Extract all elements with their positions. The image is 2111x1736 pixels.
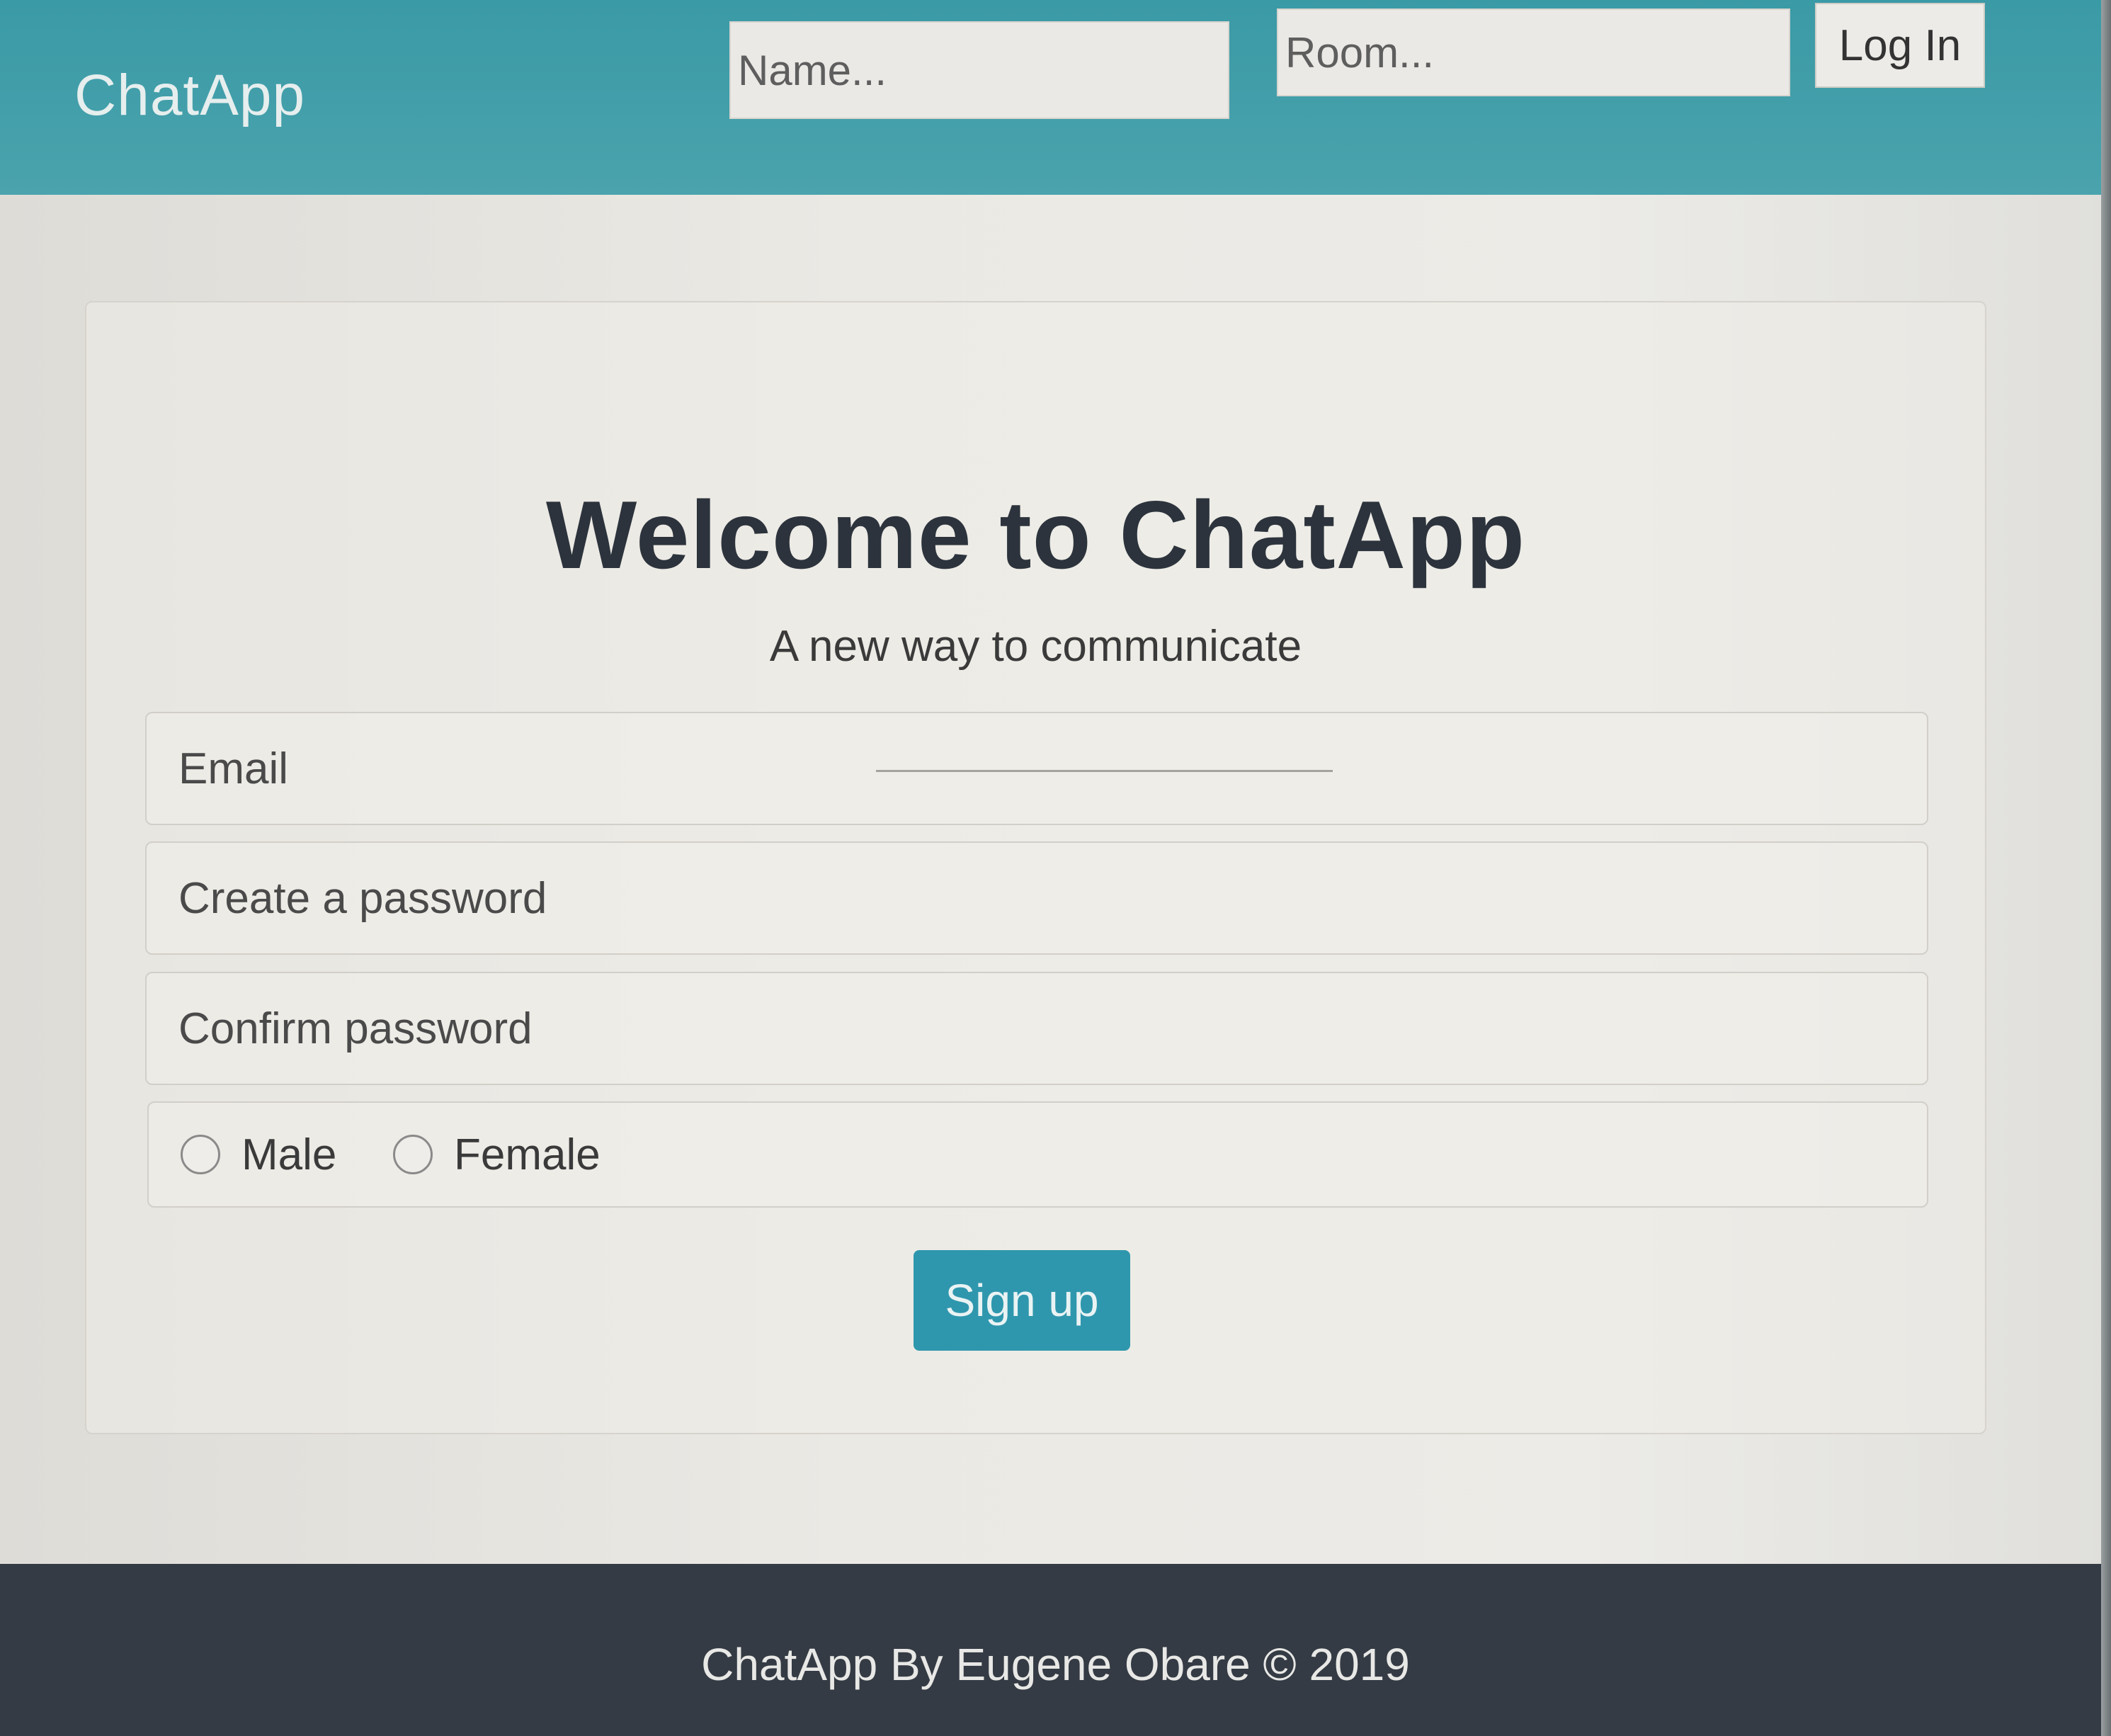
create-password-field[interactable]	[145, 841, 1928, 955]
gender-option-male[interactable]: Male	[181, 1103, 336, 1206]
brand-logo-text[interactable]: ChatApp	[74, 62, 305, 129]
navbar: ChatApp Log In	[0, 0, 2111, 195]
page-subtitle: A new way to communicate	[769, 622, 1302, 671]
gender-selector: Male Female	[147, 1101, 1928, 1208]
login-button[interactable]: Log In	[1815, 3, 1985, 88]
footer: ChatApp By Eugene Obare © 2019	[0, 1564, 2111, 1736]
radio-male[interactable]	[181, 1135, 220, 1174]
screen-edge	[2101, 0, 2111, 1736]
footer-copyright: ChatApp By Eugene Obare © 2019	[701, 1639, 1410, 1690]
radio-female[interactable]	[393, 1135, 433, 1174]
radio-label-female: Female	[454, 1130, 601, 1179]
room-input[interactable]	[1277, 8, 1790, 96]
confirm-password-field[interactable]	[145, 972, 1928, 1085]
radio-label-male: Male	[241, 1130, 337, 1179]
signup-button[interactable]: Sign up	[914, 1250, 1130, 1351]
page-title: Welcome to ChatApp	[545, 481, 1526, 589]
main-content: Welcome to ChatApp A new way to communic…	[0, 195, 2111, 1565]
name-input[interactable]	[729, 21, 1229, 119]
gender-option-female[interactable]: Female	[393, 1103, 601, 1206]
email-field[interactable]	[145, 712, 1928, 825]
